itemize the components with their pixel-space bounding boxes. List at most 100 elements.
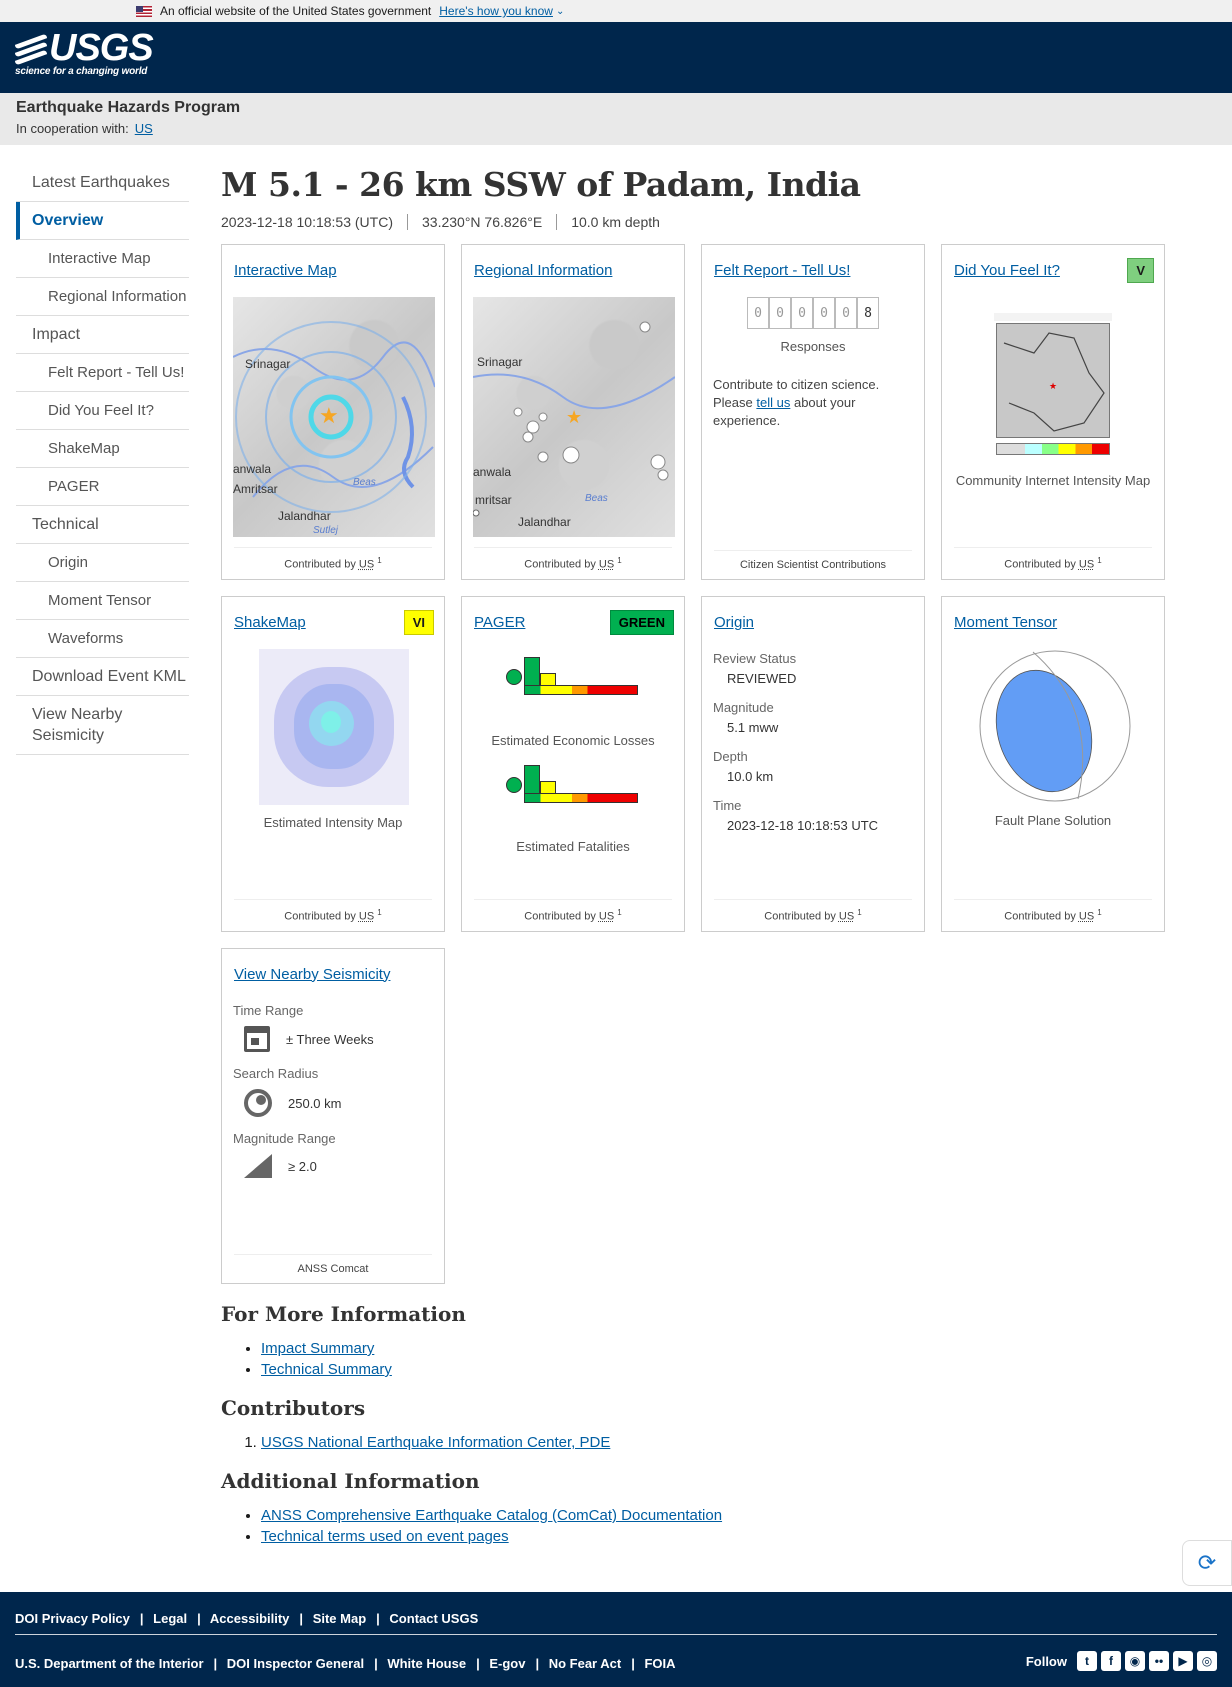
technical-terms-link[interactable]: Technical terms used on event pages bbox=[261, 1528, 509, 1545]
pager-losses-caption: Estimated Economic Losses bbox=[491, 733, 655, 748]
search-radius-label: Search Radius bbox=[233, 1066, 319, 1081]
sidebar-item-origin[interactable]: Origin bbox=[16, 544, 189, 582]
depth-value: 10.0 km bbox=[727, 769, 774, 784]
pager-link[interactable]: PAGER bbox=[474, 614, 525, 631]
chevron-down-icon[interactable]: ⌄ bbox=[556, 6, 564, 17]
feedback-widget-icon[interactable]: ⟳ bbox=[1182, 1540, 1232, 1586]
cooperation-line: In cooperation with: US bbox=[16, 121, 153, 136]
magnitude-value: 5.1 mww bbox=[727, 720, 779, 735]
twitter-icon[interactable]: t bbox=[1077, 1651, 1097, 1671]
event-depth: 10.0 km depth bbox=[556, 214, 674, 230]
regional-information-link[interactable]: Regional Information bbox=[474, 262, 612, 279]
sidebar-item-moment-tensor[interactable]: Moment Tensor bbox=[16, 582, 189, 620]
pager-alert-badge: GREEN bbox=[609, 609, 674, 635]
interactive-map-thumbnail[interactable]: ★ Srinagar anwala Amritsar Jalandhar Bea… bbox=[233, 297, 435, 537]
list-item: ANSS Comprehensive Earthquake Catalog (C… bbox=[261, 1505, 981, 1526]
time-range-label: Time Range bbox=[233, 1003, 304, 1018]
tell-us-link[interactable]: tell us bbox=[756, 395, 790, 410]
neic-link[interactable]: USGS National Earthquake Information Cen… bbox=[261, 1434, 610, 1451]
footer-link[interactable]: Legal bbox=[153, 1611, 187, 1626]
impact-summary-link[interactable]: Impact Summary bbox=[261, 1340, 374, 1357]
sidebar-item-technical[interactable]: Technical bbox=[16, 506, 189, 544]
depth-label: Depth bbox=[713, 749, 748, 764]
footer-link[interactable]: No Fear Act bbox=[549, 1656, 621, 1671]
sidebar-item-regional-information[interactable]: Regional Information bbox=[16, 278, 189, 316]
map-label: Beas bbox=[585, 493, 608, 504]
list-item: USGS National Earthquake Information Cen… bbox=[261, 1432, 981, 1453]
felt-report-link[interactable]: Felt Report - Tell Us! bbox=[714, 262, 850, 279]
additional-info-list: ANSS Comprehensive Earthquake Catalog (C… bbox=[221, 1505, 981, 1547]
beachball-icon[interactable] bbox=[978, 649, 1132, 803]
coop-link[interactable]: US bbox=[135, 121, 153, 136]
technical-summary-link[interactable]: Technical Summary bbox=[261, 1361, 392, 1378]
map-label: Srinagar bbox=[245, 357, 291, 371]
nearby-seismicity-link[interactable]: View Nearby Seismicity bbox=[234, 966, 390, 983]
sidebar-item-latest-earthquakes[interactable]: Latest Earthquakes bbox=[16, 164, 189, 202]
sidebar-item-waveforms[interactable]: Waveforms bbox=[16, 620, 189, 658]
footer-link[interactable]: FOIA bbox=[644, 1656, 675, 1671]
card-origin: Origin Review Status REVIEWED Magnitude … bbox=[701, 596, 925, 932]
footer-link[interactable]: DOI Inspector General bbox=[227, 1656, 364, 1671]
follow-social: Follow t f ◉ •• ▶ ◎ bbox=[1026, 1651, 1217, 1671]
site-footer: DOI Privacy Policy | Legal | Accessibility… bbox=[0, 1592, 1232, 1687]
footer-links-primary: DOI Privacy Policy | Legal | Accessibility… bbox=[15, 1611, 479, 1626]
responses-counter: 0 0 0 0 0 8 bbox=[702, 297, 924, 329]
magnitude-wedge-icon bbox=[244, 1154, 272, 1178]
card-moment-tensor: Moment Tensor Fault Plane Solution Contr… bbox=[941, 596, 1165, 932]
how-you-know-link[interactable]: Here's how you know bbox=[439, 4, 553, 18]
github-icon[interactable]: ◉ bbox=[1125, 1651, 1145, 1671]
contributors-heading: Contributors bbox=[221, 1396, 366, 1420]
event-time: 2023-12-18 10:18:53 (UTC) bbox=[221, 214, 393, 230]
youtube-icon[interactable]: ▶ bbox=[1173, 1651, 1193, 1671]
flickr-icon[interactable]: •• bbox=[1149, 1651, 1169, 1671]
regional-map-thumbnail[interactable]: ★ Srinagar anwala mritsar Jalandhar Beas bbox=[473, 297, 675, 537]
origin-link[interactable]: Origin bbox=[714, 614, 754, 631]
footer-link[interactable]: DOI Privacy Policy bbox=[15, 1611, 130, 1626]
footer-link[interactable]: E-gov bbox=[489, 1656, 525, 1671]
sidebar-item-interactive-map[interactable]: Interactive Map bbox=[16, 240, 189, 278]
sidebar-item-felt-report[interactable]: Felt Report - Tell Us! bbox=[16, 354, 189, 392]
magnitude-range-value: ≥ 2.0 bbox=[288, 1158, 317, 1174]
footer-link[interactable]: Accessibility bbox=[210, 1611, 290, 1626]
dyfi-link[interactable]: Did You Feel It? bbox=[954, 262, 1060, 279]
usgs-logo[interactable]: USGS science for a changing world bbox=[15, 29, 154, 77]
pager-fatalities-caption: Estimated Fatalities bbox=[516, 839, 630, 854]
interactive-map-link[interactable]: Interactive Map bbox=[234, 262, 337, 279]
map-label: Jalandhar bbox=[278, 509, 331, 523]
footer-link[interactable]: Contact USGS bbox=[389, 1611, 478, 1626]
footer-link[interactable]: Site Map bbox=[313, 1611, 366, 1626]
sidebar-item-nearby-seismicity[interactable]: View Nearby Seismicity bbox=[16, 696, 189, 755]
epicenter-star-icon: ★ bbox=[566, 407, 583, 427]
sidebar-item-dyfi[interactable]: Did You Feel It? bbox=[16, 392, 189, 430]
map-label: Sutlej bbox=[313, 525, 339, 536]
dyfi-caption: Community Internet Intensity Map bbox=[955, 473, 1151, 488]
site-header: USGS science for a changing world bbox=[0, 22, 1232, 93]
sidebar-item-download-kml[interactable]: Download Event KML bbox=[16, 658, 189, 696]
map-label: anwala bbox=[233, 462, 272, 476]
moment-tensor-link[interactable]: Moment Tensor bbox=[954, 614, 1057, 631]
footer-link[interactable]: U.S. Department of the Interior bbox=[15, 1656, 204, 1671]
facebook-icon[interactable]: f bbox=[1101, 1651, 1121, 1671]
footer-link[interactable]: White House bbox=[387, 1656, 466, 1671]
sidebar-item-shakemap[interactable]: ShakeMap bbox=[16, 430, 189, 468]
search-radius-value: 250.0 km bbox=[288, 1095, 342, 1111]
time-label: Time bbox=[713, 798, 742, 813]
time-value: 2023-12-18 10:18:53 UTC bbox=[727, 818, 879, 833]
program-title[interactable]: Earthquake Hazards Program bbox=[16, 99, 1216, 117]
comcat-footer: ANSS Comcat bbox=[234, 1254, 432, 1275]
comcat-docs-link[interactable]: ANSS Comprehensive Earthquake Catalog (C… bbox=[261, 1507, 722, 1524]
sidebar-item-impact[interactable]: Impact bbox=[16, 316, 189, 354]
shakemap-thumbnail[interactable] bbox=[259, 649, 409, 805]
shakemap-link[interactable]: ShakeMap bbox=[234, 614, 306, 631]
contributed-by: Contributed by US 1 bbox=[954, 547, 1152, 571]
contributed-by: Contributed by US 1 bbox=[474, 899, 672, 923]
sidebar-item-pager[interactable]: PAGER bbox=[16, 468, 189, 506]
page-title: M 5.1 - 26 km SSW of Padam, India bbox=[221, 165, 861, 204]
gov-banner: An official website of the United States… bbox=[0, 0, 1232, 22]
dyfi-map-thumbnail[interactable]: ★ bbox=[994, 313, 1112, 461]
contributed-by: Contributed by US 1 bbox=[474, 547, 672, 571]
contributors-list: USGS National Earthquake Information Cen… bbox=[221, 1432, 981, 1453]
instagram-icon[interactable]: ◎ bbox=[1197, 1651, 1217, 1671]
moment-tensor-caption: Fault Plane Solution bbox=[994, 813, 1112, 828]
sidebar-item-overview[interactable]: Overview bbox=[16, 202, 189, 240]
